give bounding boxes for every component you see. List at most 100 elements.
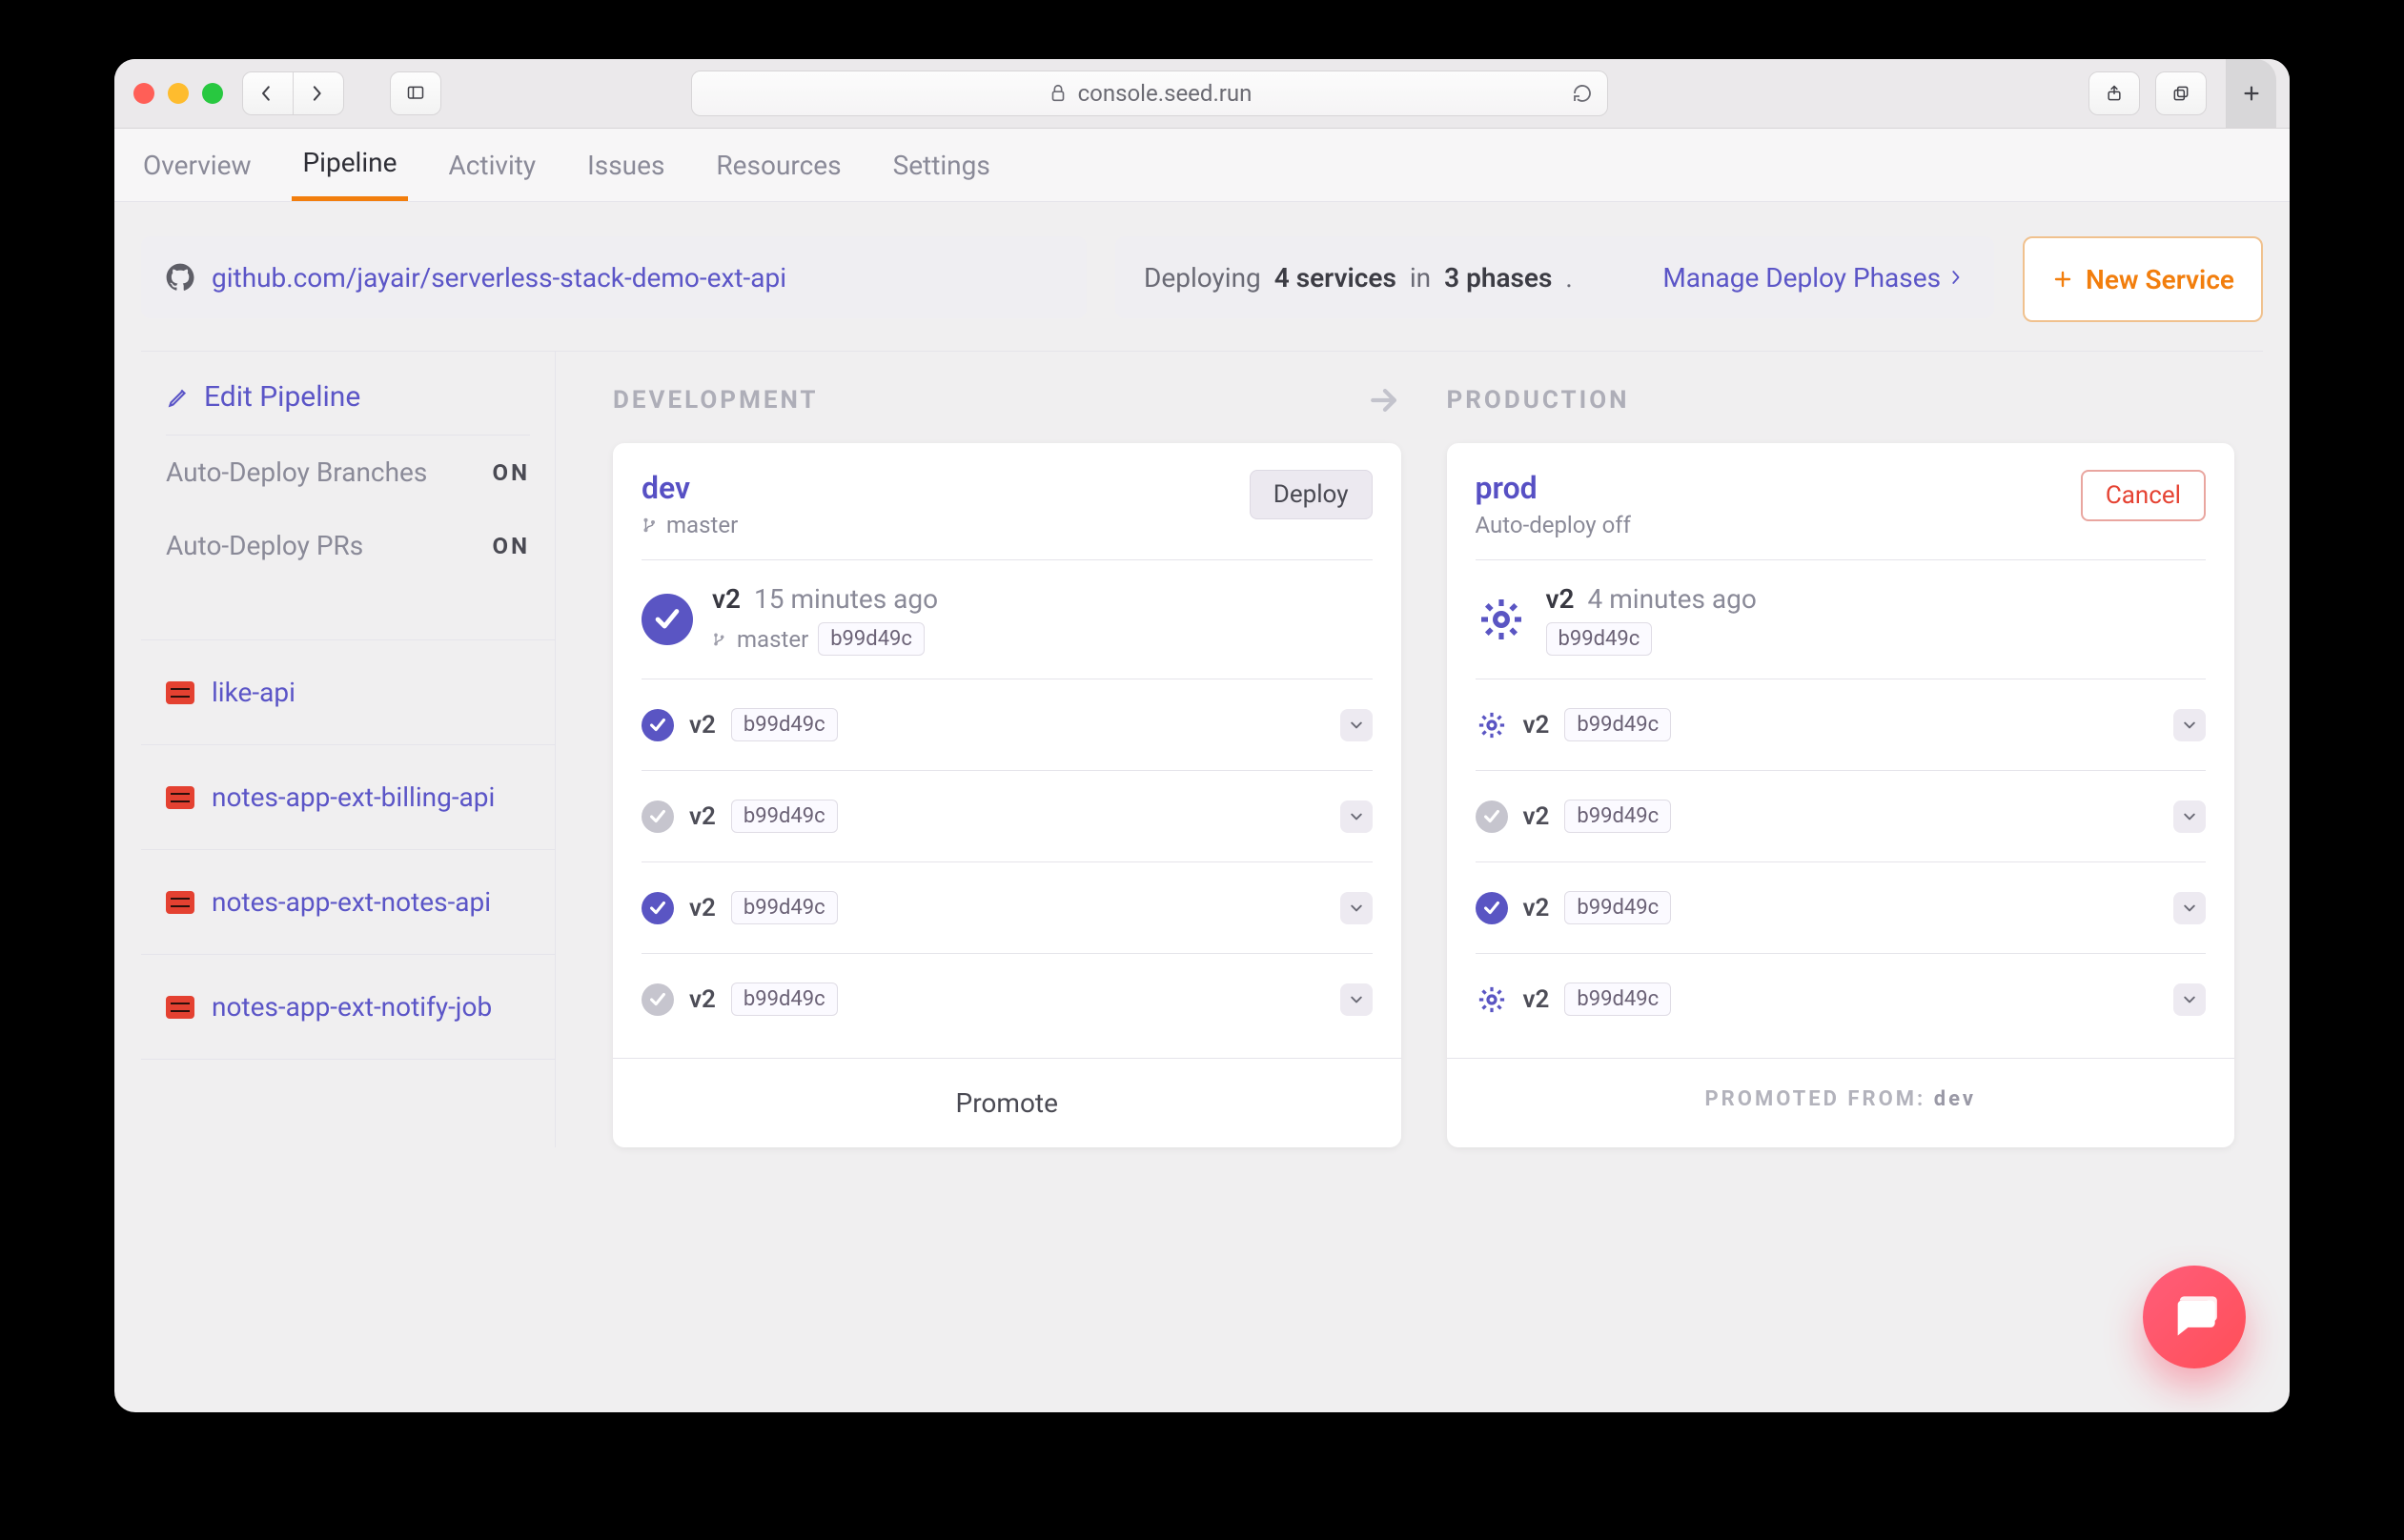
stage-title[interactable]: dev bbox=[642, 470, 738, 506]
stage-card: prod Auto-deploy off Cancel v2 4 minutes… bbox=[1447, 443, 2235, 1147]
build-row: v2 b99d49c bbox=[642, 771, 1373, 862]
service-name: notes-app-ext-notes-api bbox=[212, 886, 491, 918]
commit-pill[interactable]: b99d49c bbox=[818, 622, 925, 656]
branch-icon bbox=[712, 632, 727, 647]
service-item[interactable]: like-api bbox=[141, 640, 555, 745]
commit-pill[interactable]: b99d49c bbox=[731, 800, 838, 833]
service-item[interactable]: notes-app-ext-notify-job bbox=[141, 955, 555, 1060]
manage-deploy-phases-link[interactable]: Manage Deploy Phases bbox=[1662, 262, 1966, 294]
option-value: ON bbox=[493, 533, 530, 559]
build-rows: v2 b99d49c v2 b99d49c bbox=[1476, 679, 2207, 1044]
expand-row-button[interactable] bbox=[1340, 892, 1373, 924]
new-service-button[interactable]: New Service bbox=[2023, 236, 2263, 322]
serverless-icon bbox=[166, 891, 194, 914]
expand-row-button[interactable] bbox=[2173, 892, 2206, 924]
stage-title[interactable]: prod bbox=[1476, 470, 1631, 506]
expand-row-button[interactable] bbox=[2173, 983, 2206, 1016]
commit-pill[interactable]: b99d49c bbox=[1564, 891, 1671, 924]
expand-row-button[interactable] bbox=[2173, 709, 2206, 741]
window-minimize-button[interactable] bbox=[168, 83, 189, 104]
service-item[interactable]: notes-app-ext-billing-api bbox=[141, 745, 555, 850]
row-version: v2 bbox=[689, 894, 716, 922]
commit-pill[interactable]: b99d49c bbox=[731, 708, 838, 741]
row-version: v2 bbox=[689, 802, 716, 831]
deploy-summary: Deploying 4 services in 3 phases. Manage… bbox=[1115, 236, 1994, 318]
check-icon bbox=[642, 983, 674, 1016]
service-name: notes-app-ext-notify-job bbox=[212, 991, 492, 1023]
deploy-mid: in bbox=[1410, 262, 1431, 294]
promoted-from: PROMOTED FROM: dev bbox=[1447, 1058, 2235, 1140]
nav-forward-button[interactable] bbox=[294, 71, 344, 115]
repo-text: github.com/jayair/serverless-stack-demo-… bbox=[212, 262, 786, 294]
edit-pipeline-label: Edit Pipeline bbox=[204, 380, 360, 414]
stage-header: prod Auto-deploy off Cancel bbox=[1476, 470, 2207, 560]
tab-resources[interactable]: Resources bbox=[704, 129, 852, 201]
stage-production: PRODUCTION prod Auto-deploy off Cancel bbox=[1447, 376, 2235, 1147]
check-icon bbox=[642, 709, 674, 741]
commit-pill[interactable]: b99d49c bbox=[1546, 622, 1653, 656]
build-summary[interactable]: v2 4 minutes ago b99d49c bbox=[1476, 560, 2207, 673]
chat-button[interactable] bbox=[2143, 1266, 2246, 1368]
expand-row-button[interactable] bbox=[1340, 800, 1373, 833]
check-icon bbox=[642, 892, 674, 924]
tab-pipeline[interactable]: Pipeline bbox=[292, 129, 409, 201]
expand-row-button[interactable] bbox=[1340, 709, 1373, 741]
tab-overview[interactable]: Overview bbox=[132, 129, 263, 201]
cancel-button[interactable]: Cancel bbox=[2081, 470, 2206, 521]
build-time: 4 minutes ago bbox=[1588, 583, 1757, 615]
check-icon bbox=[642, 800, 674, 833]
toolbar: github.com/jayair/serverless-stack-demo-… bbox=[141, 236, 2263, 322]
repo-link[interactable]: github.com/jayair/serverless-stack-demo-… bbox=[141, 236, 1087, 318]
lock-icon bbox=[1048, 83, 1069, 104]
deploy-prefix: Deploying bbox=[1144, 262, 1261, 294]
deploy-button[interactable]: Deploy bbox=[1250, 470, 1373, 519]
tab-settings[interactable]: Settings bbox=[882, 129, 1002, 201]
service-item[interactable]: notes-app-ext-notes-api bbox=[141, 850, 555, 955]
build-rows: v2 b99d49c v2 b99d49c bbox=[642, 679, 1373, 1044]
service-name: notes-app-ext-billing-api bbox=[212, 781, 495, 813]
build-row: v2 b99d49c bbox=[642, 679, 1373, 771]
build-version: v2 bbox=[712, 583, 741, 615]
stage-sub: Auto-deploy off bbox=[1476, 512, 1631, 538]
edit-pipeline-link[interactable]: Edit Pipeline bbox=[166, 380, 530, 436]
row-version: v2 bbox=[1523, 985, 1550, 1014]
window-zoom-button[interactable] bbox=[202, 83, 223, 104]
commit-pill[interactable]: b99d49c bbox=[731, 891, 838, 924]
row-version: v2 bbox=[1523, 894, 1550, 922]
browser-sidebar-button[interactable] bbox=[390, 71, 441, 115]
new-service-label: New Service bbox=[2086, 264, 2234, 295]
nav-back-button[interactable] bbox=[242, 71, 294, 115]
show-tabs-button[interactable] bbox=[2155, 71, 2207, 115]
serverless-icon bbox=[166, 786, 194, 809]
commit-pill[interactable]: b99d49c bbox=[731, 983, 838, 1016]
option-auto-deploy-branches[interactable]: Auto-Deploy Branches ON bbox=[166, 436, 530, 509]
tab-activity[interactable]: Activity bbox=[437, 129, 547, 201]
nav-back-forward bbox=[242, 71, 344, 115]
option-value: ON bbox=[493, 459, 530, 486]
commit-pill[interactable]: b99d49c bbox=[1564, 800, 1671, 833]
share-button[interactable] bbox=[2088, 71, 2140, 115]
expand-row-button[interactable] bbox=[1340, 983, 1373, 1016]
option-auto-deploy-prs[interactable]: Auto-Deploy PRs ON bbox=[166, 509, 530, 582]
expand-row-button[interactable] bbox=[2173, 800, 2206, 833]
row-version: v2 bbox=[1523, 802, 1550, 831]
promote-button[interactable]: Promote bbox=[613, 1058, 1401, 1147]
tab-issues[interactable]: Issues bbox=[576, 129, 676, 201]
row-version: v2 bbox=[689, 711, 716, 740]
window-controls bbox=[133, 83, 223, 104]
stage-label-text: DEVELOPMENT bbox=[613, 386, 819, 415]
check-icon bbox=[1476, 800, 1508, 833]
stage-label: DEVELOPMENT bbox=[613, 376, 1401, 424]
check-icon bbox=[642, 594, 693, 645]
browser-titlebar: console.seed.run bbox=[114, 59, 2290, 129]
commit-pill[interactable]: b99d49c bbox=[1564, 983, 1671, 1016]
window-close-button[interactable] bbox=[133, 83, 154, 104]
gear-icon bbox=[1476, 709, 1508, 741]
commit-pill[interactable]: b99d49c bbox=[1564, 708, 1671, 741]
reload-icon[interactable] bbox=[1571, 82, 1594, 105]
browser-right-tools bbox=[2088, 71, 2207, 115]
build-summary[interactable]: v2 15 minutes ago master b99d49c bbox=[642, 560, 1373, 673]
stage-label: PRODUCTION bbox=[1447, 376, 2235, 424]
address-bar[interactable]: console.seed.run bbox=[691, 71, 1608, 116]
new-tab-button[interactable] bbox=[2226, 59, 2276, 128]
